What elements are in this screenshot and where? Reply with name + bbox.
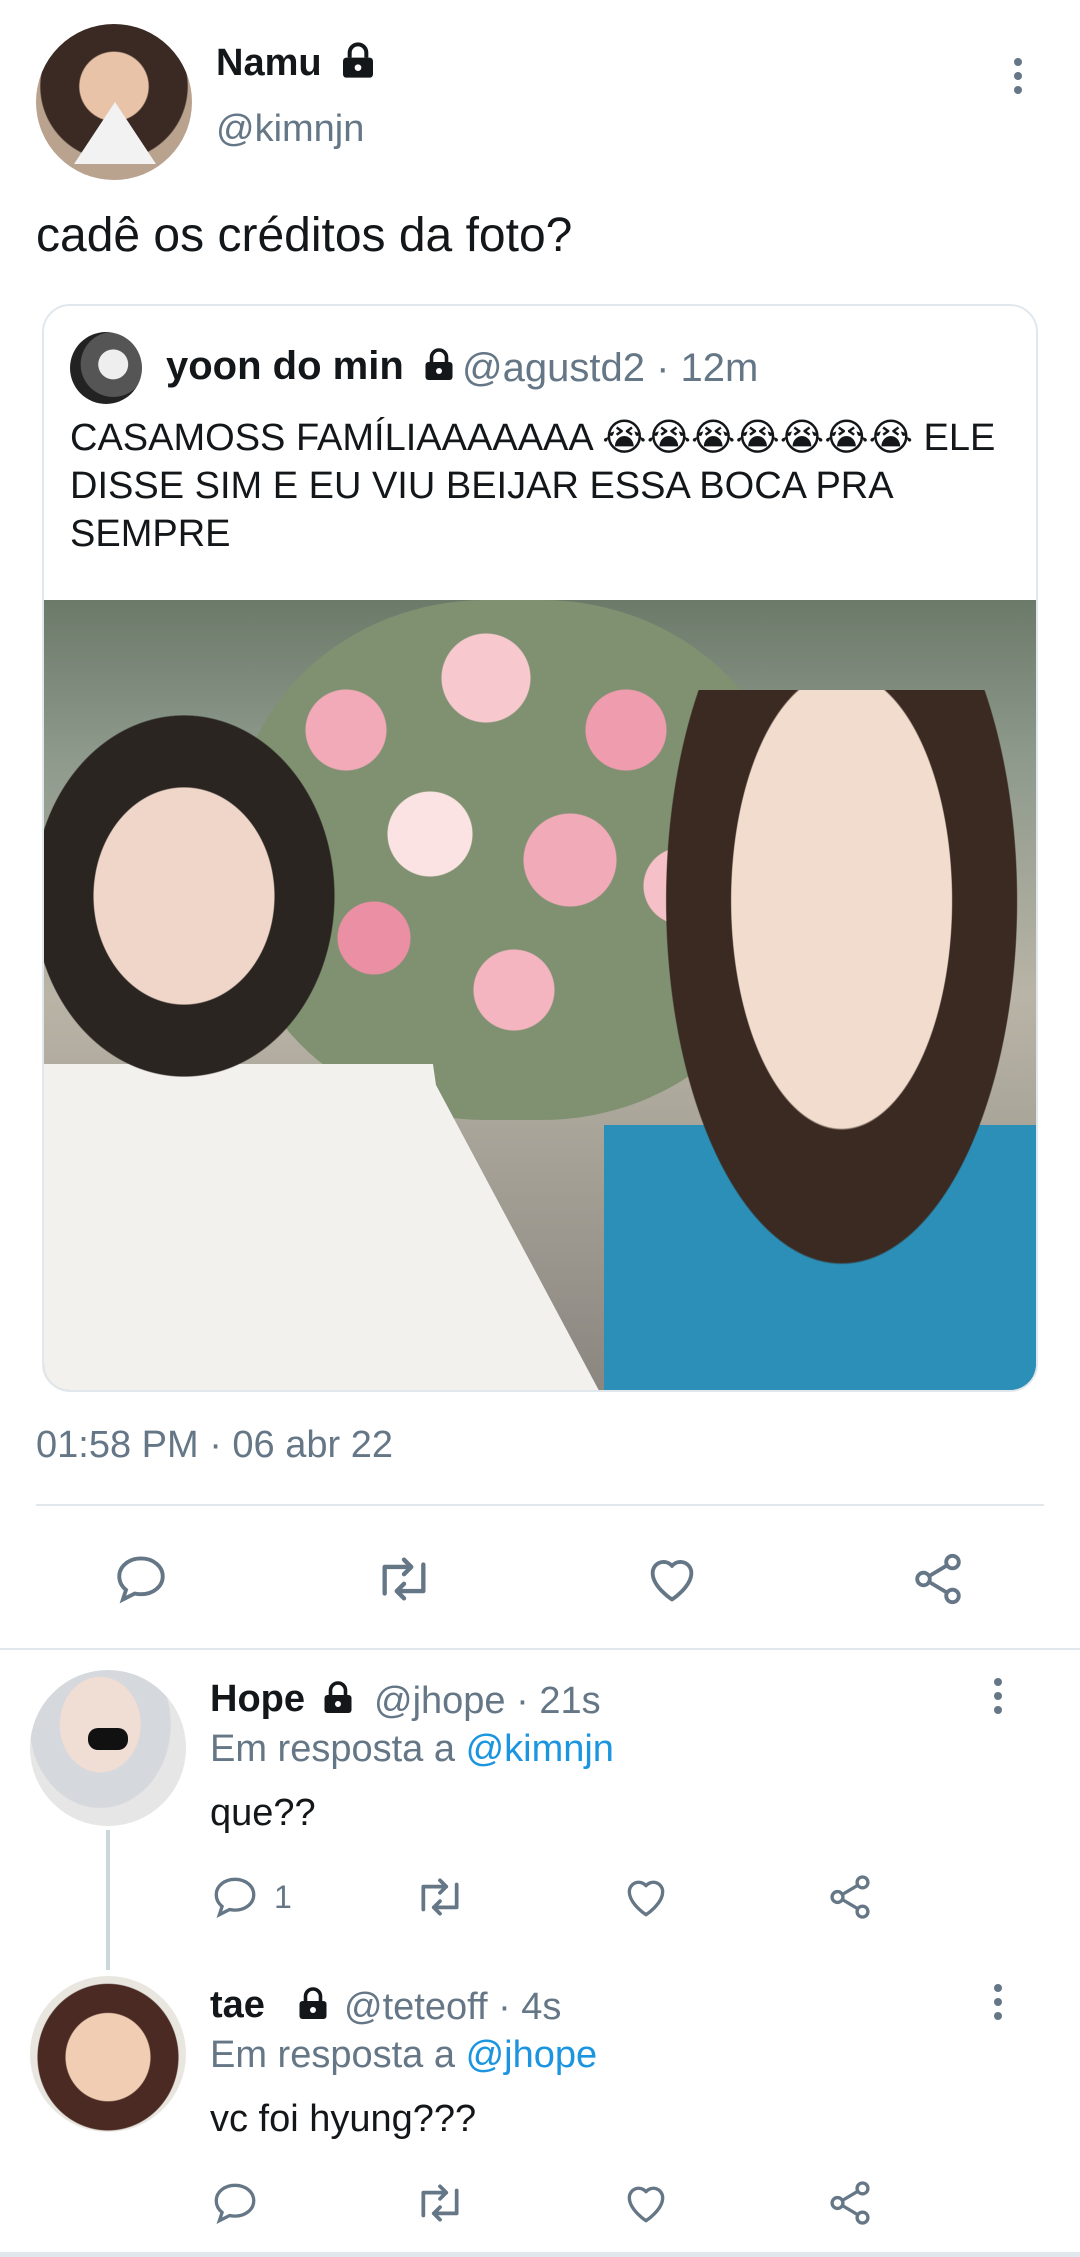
divider (36, 1504, 1044, 1506)
share-button[interactable] (824, 2178, 876, 2228)
reply-avatar[interactable] (30, 1670, 186, 1826)
share-button[interactable] (824, 1872, 876, 1922)
retweet-icon (421, 2184, 459, 2222)
author-avatar[interactable] (36, 24, 192, 180)
thread-line (106, 1830, 110, 1970)
reply-handle-time: @teteoff · 4s (344, 1986, 562, 2028)
retweet-button[interactable] (412, 2178, 468, 2228)
like-button[interactable] (620, 1872, 672, 1922)
quoted-author-name: yoon do min (166, 344, 404, 388)
reply-icon (214, 1877, 256, 1919)
replying-to-mention[interactable]: @kimnjn (466, 1728, 614, 1770)
replying-to: Em resposta a @kimnjn (210, 1728, 614, 1771)
share-button[interactable] (908, 1550, 968, 1608)
reply-icon (214, 2183, 256, 2225)
reply-text: vc foi hyung??? (210, 2098, 477, 2140)
retweet-button[interactable] (412, 1872, 468, 1922)
like-button[interactable] (620, 2178, 672, 2228)
quoted-author-handle-time: @agustd2 · 12m (462, 346, 759, 390)
quoted-tweet-photo[interactable] (44, 600, 1036, 1390)
retweet-icon (421, 1878, 459, 1916)
share-icon (830, 2181, 870, 2225)
more-vertical-icon[interactable] (1012, 58, 1024, 100)
heart-icon (650, 1560, 694, 1602)
quoted-author-name-row: yoon do min (166, 344, 457, 389)
lock-icon (421, 347, 457, 383)
quoted-tweet-card[interactable]: yoon do min @agustd2 · 12m CASAMOSS FAMÍ… (42, 304, 1038, 1392)
reply-name-row[interactable]: tae (210, 1984, 331, 2027)
reply-button[interactable] (112, 1550, 170, 1608)
more-vertical-icon[interactable] (992, 1678, 1004, 1720)
lock-icon (338, 41, 378, 81)
reply-text: que?? (210, 1792, 316, 1834)
photo-person-right (604, 690, 1036, 1390)
reply-author-name: tae (210, 1984, 265, 2026)
like-button[interactable] (642, 1550, 702, 1608)
author-name: Namu (216, 42, 322, 84)
quoted-tweet-text: CASAMOSS FAMÍLIAAAAAAA 😭😭😭😭😭😭😭 ELE DISSE… (70, 417, 996, 555)
lock-icon (295, 1986, 331, 2022)
quoted-author-avatar (70, 332, 142, 404)
reply-avatar[interactable] (30, 1976, 186, 2132)
share-icon (830, 1875, 870, 1919)
reply-button[interactable]: 1 (210, 1872, 292, 1922)
heart-icon (627, 1880, 665, 1917)
tweet-text: cadê os créditos da foto? (36, 209, 573, 262)
reply-name-row[interactable]: Hope (210, 1678, 356, 1721)
author-name-row[interactable]: Namu (216, 42, 378, 85)
replying-to-prefix: Em resposta a (210, 2034, 455, 2076)
reply-author-name: Hope (210, 1678, 305, 1720)
retweet-button[interactable] (372, 1550, 436, 1608)
lock-icon (320, 1680, 356, 1716)
reply-count: 1 (274, 1878, 292, 1915)
section-divider (0, 1648, 1080, 1650)
reply-handle-time: @jhope · 21s (374, 1680, 601, 1722)
replying-to: Em resposta a @jhope (210, 2034, 597, 2077)
replying-to-prefix: Em resposta a (210, 1728, 455, 1770)
more-vertical-icon[interactable] (992, 1984, 1004, 2026)
share-icon (915, 1553, 961, 1605)
author-handle[interactable]: @kimnjn (216, 108, 364, 151)
reply-button[interactable] (210, 2178, 274, 2228)
heart-icon (627, 2186, 665, 2223)
replying-to-mention[interactable]: @jhope (466, 2034, 598, 2076)
reply-icon (117, 1556, 165, 1604)
tweet-timestamp: 01:58 PM · 06 abr 22 (36, 1424, 393, 1466)
retweet-icon (382, 1557, 426, 1601)
bottom-divider (0, 2252, 1080, 2257)
